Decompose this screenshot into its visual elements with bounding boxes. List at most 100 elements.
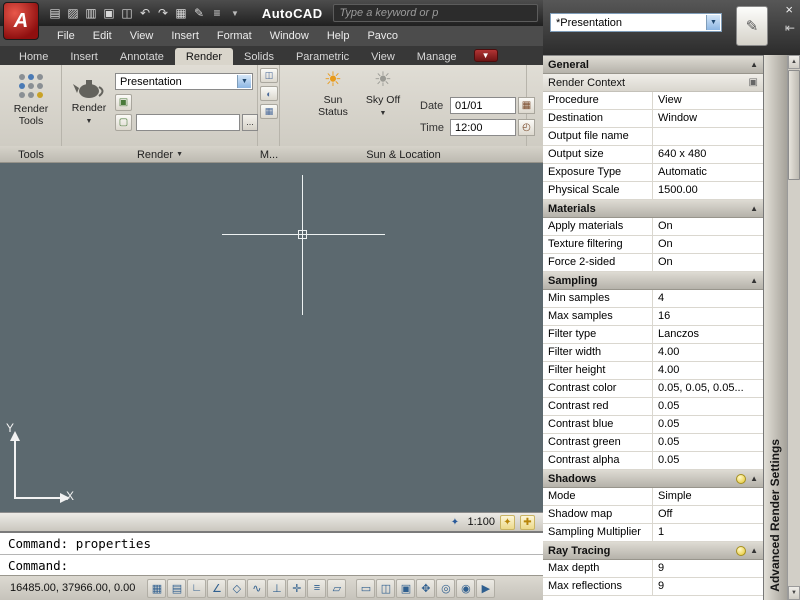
property-value[interactable]: Off	[653, 506, 763, 523]
ortho-toggle[interactable]: ∟	[187, 578, 207, 598]
plot-icon[interactable]: ▣	[100, 4, 118, 22]
palette-title-strip[interactable]: Advanced Render Settings	[763, 55, 787, 600]
materials-editor-icon[interactable]: ◐	[260, 86, 278, 101]
collapse-arrow-icon[interactable]: ▲	[750, 204, 758, 213]
property-value[interactable]: On	[653, 218, 763, 235]
section-materials[interactable]: Materials ▲	[543, 200, 763, 218]
tab-solids[interactable]: Solids	[233, 48, 285, 65]
light-bulb-icon[interactable]	[736, 473, 747, 484]
panel-label-render[interactable]: Render ▼	[62, 146, 258, 163]
calendar-icon[interactable]: ▦	[518, 97, 535, 114]
markup-icon[interactable]: ✎	[190, 4, 208, 22]
show-motion-button[interactable]: ▶	[476, 578, 496, 598]
property-value[interactable]: 4.00	[653, 344, 763, 361]
collapse-arrow-icon[interactable]: ▲	[750, 60, 758, 69]
command-prompt-line[interactable]: Command:	[0, 555, 543, 576]
property-value[interactable]: 0.05, 0.05, 0.05...	[653, 380, 763, 397]
section-general[interactable]: General ▲	[543, 56, 763, 74]
property-value[interactable]: 9	[653, 560, 763, 577]
menu-edit[interactable]: Edit	[84, 26, 121, 46]
panel-label-materials[interactable]: M...	[258, 146, 280, 163]
render-panel-flyout-icon[interactable]: ▼	[176, 151, 183, 158]
quick-view-layouts-button[interactable]: ▣	[396, 578, 416, 598]
close-icon[interactable]: ×	[785, 3, 793, 16]
property-value[interactable]: On	[653, 236, 763, 253]
redo-icon[interactable]: ↷	[154, 4, 172, 22]
light-bulb-icon[interactable]	[736, 545, 747, 556]
quick-view-drawings-button[interactable]: ◫	[376, 578, 396, 598]
tab-annotate[interactable]: Annotate	[109, 48, 175, 65]
property-value[interactable]: 0.05	[653, 434, 763, 451]
menu-window[interactable]: Window	[261, 26, 318, 46]
annotation-visibility-icon[interactable]: ✦	[447, 515, 462, 530]
chevron-down-icon[interactable]: ▼	[706, 15, 720, 30]
section-ray-tracing[interactable]: Ray Tracing ▲	[543, 542, 763, 560]
property-value[interactable]: 0.05	[653, 398, 763, 415]
new-icon[interactable]: ▤	[46, 4, 64, 22]
clock-icon[interactable]: ◴	[518, 119, 535, 136]
tab-home[interactable]: Home	[8, 48, 59, 65]
coordinate-display[interactable]: 16485.00, 37966.00, 0.00	[10, 582, 135, 594]
annotation-add-scales-icon[interactable]: ✚	[520, 514, 535, 530]
property-value[interactable]: Simple	[653, 488, 763, 505]
browse-button[interactable]: ...	[242, 114, 258, 131]
menu-format[interactable]: Format	[208, 26, 261, 46]
render-output-icon[interactable]: ▢	[115, 114, 132, 131]
ribbon-toggle-button[interactable]: ▼	[473, 49, 498, 62]
model-button[interactable]: ▭	[356, 578, 376, 598]
scroll-down-icon[interactable]: ▼	[788, 586, 800, 600]
property-value[interactable]: Automatic	[653, 164, 763, 181]
panel-label-tools[interactable]: Tools	[0, 146, 62, 163]
manage-render-presets-button[interactable]: ✎	[736, 6, 768, 46]
otrack-toggle[interactable]: ∿	[247, 578, 267, 598]
snap-toggle[interactable]: ▦	[147, 578, 167, 598]
tab-insert[interactable]: Insert	[59, 48, 109, 65]
render-preset-select[interactable]: *Presentation ▼	[550, 13, 722, 32]
undo-icon[interactable]: ↶	[136, 4, 154, 22]
menu-view[interactable]: View	[121, 26, 163, 46]
open-icon[interactable]: ▨	[64, 4, 82, 22]
property-value[interactable]: 4	[653, 290, 763, 307]
property-value[interactable]: 0.05	[653, 452, 763, 469]
section-sampling[interactable]: Sampling ▲	[543, 272, 763, 290]
osnap-toggle[interactable]: ◇	[227, 578, 247, 598]
property-value[interactable]: Lanczos	[653, 326, 763, 343]
tab-manage[interactable]: Manage	[406, 48, 468, 65]
tab-parametric[interactable]: Parametric	[285, 48, 360, 65]
app-menu-button[interactable]: A	[3, 2, 39, 40]
collapse-arrow-icon[interactable]: ▲	[750, 276, 758, 285]
property-value[interactable]: Window	[653, 110, 763, 127]
render-preset-dropdown[interactable]: Presentation ▼	[115, 73, 253, 90]
qat-dropdown-icon[interactable]: ▼	[231, 9, 239, 18]
property-value[interactable]: 4.00	[653, 362, 763, 379]
menu-help[interactable]: Help	[318, 26, 359, 46]
auto-hide-icon[interactable]: ⇤	[785, 22, 795, 34]
steering-wheel-button[interactable]: ◉	[456, 578, 476, 598]
palette-scrollbar[interactable]: ▲ ▼	[787, 55, 800, 600]
info-center-search[interactable]: Type a keyword or p	[332, 4, 538, 22]
command-line[interactable]: Command: properties Command:	[0, 531, 543, 575]
property-value[interactable]: On	[653, 254, 763, 271]
property-value[interactable]	[653, 128, 763, 145]
panel-label-sun-location[interactable]: Sun & Location	[280, 146, 527, 163]
tab-view[interactable]: View	[360, 48, 406, 65]
menu-file[interactable]: File	[48, 26, 84, 46]
plot-preview-icon[interactable]: ◫	[118, 4, 136, 22]
menu-insert[interactable]: Insert	[162, 26, 208, 46]
output-file-field[interactable]	[136, 114, 240, 131]
collapse-arrow-icon[interactable]: ▲	[750, 546, 758, 555]
property-value[interactable]: 1	[653, 524, 763, 541]
property-value[interactable]: 1500.00	[653, 182, 763, 199]
render-region-icon[interactable]: ▣	[115, 94, 132, 111]
lwt-toggle[interactable]: ≡	[307, 578, 327, 598]
scroll-up-icon[interactable]: ▲	[788, 55, 800, 69]
chevron-down-icon[interactable]: ▼	[237, 75, 251, 88]
property-value[interactable]: 640 x 480	[653, 146, 763, 163]
annotation-autoscale-icon[interactable]: ✦	[500, 514, 515, 530]
polar-toggle[interactable]: ∠	[207, 578, 227, 598]
qp-toggle[interactable]: ▱	[327, 578, 347, 598]
render-button[interactable]: Render ▼	[66, 67, 112, 143]
save-icon[interactable]: ▥	[82, 4, 100, 22]
time-field[interactable]: 12:00	[450, 119, 516, 136]
section-shadows[interactable]: Shadows ▲	[543, 470, 763, 488]
